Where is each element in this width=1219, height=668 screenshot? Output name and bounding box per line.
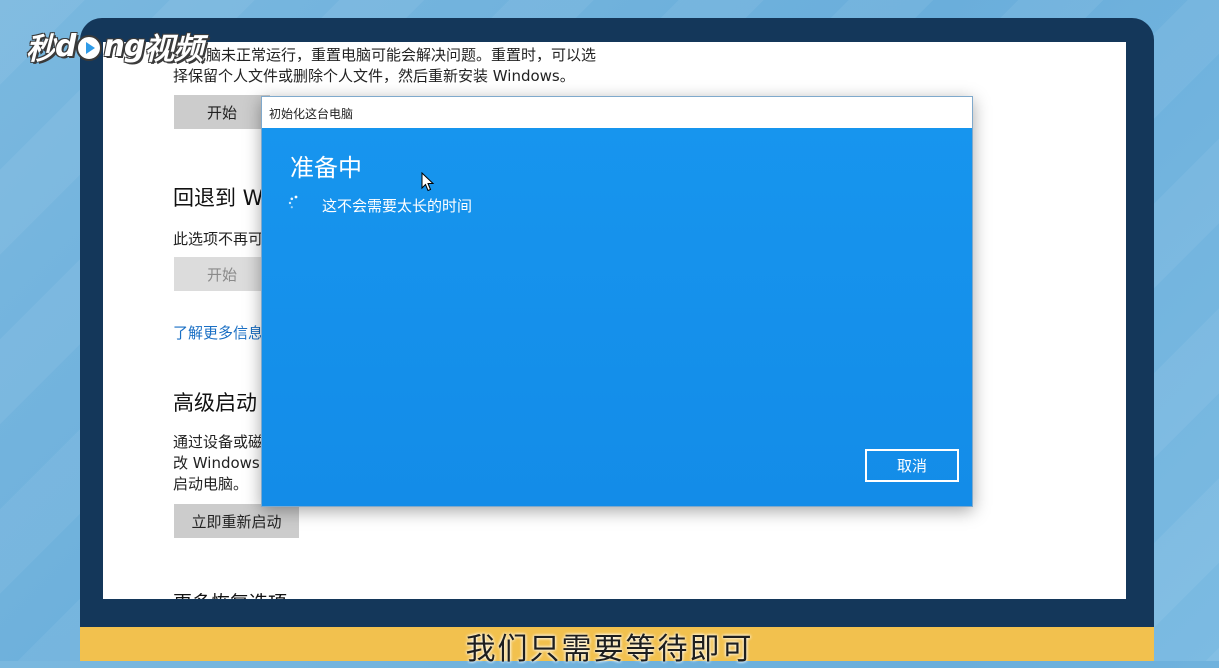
reset-description-line1: 电脑未正常运行，重置电脑可能会解决问题。重置时，可以选 <box>191 46 597 64</box>
learn-more-link[interactable]: 了解更多信息 <box>173 322 263 343</box>
advanced-description-line2: 改 Windows <box>173 454 260 472</box>
restart-now-button[interactable]: 立即重新启动 <box>174 504 299 538</box>
reset-start-button[interactable]: 开始 <box>174 95 270 129</box>
logo-text-2: ng <box>103 28 145 64</box>
play-icon <box>76 35 103 61</box>
more-recovery-heading: 更多恢复选项 <box>173 588 287 599</box>
reset-description-line2: 择保留个人文件或删除个人文件，然后重新安装 Windows。 <box>173 67 575 85</box>
logo-letter-d: d <box>55 28 77 64</box>
go-back-description: 此选项不再可 <box>173 230 264 248</box>
video-subtitle: 我们只需要等待即可 <box>465 632 754 667</box>
dialog-body: 准备中 这不会需要太长的时间 取消 <box>262 128 972 506</box>
dialog-title: 初始化这台电脑 <box>269 107 354 121</box>
watermark-logo: 秒 d ng 视频 <box>26 24 203 68</box>
preparing-heading: 准备中 <box>290 154 362 182</box>
mouse-cursor-icon <box>421 172 435 192</box>
spinner-icon <box>288 195 298 209</box>
logo-text-3: 视频 <box>144 32 203 67</box>
wait-message: 这不会需要太长的时间 <box>322 197 473 215</box>
dialog-titlebar[interactable]: 初始化这台电脑 <box>262 97 972 129</box>
advanced-startup-heading: 高级启动 <box>173 391 257 415</box>
go-back-start-button[interactable]: 开始 <box>174 257 270 291</box>
advanced-description-line1: 通过设备或磁 <box>173 433 264 451</box>
logo-text-1: 秒 <box>26 32 56 67</box>
cancel-button[interactable]: 取消 <box>865 449 959 482</box>
go-back-heading: 回退到 W <box>173 186 264 210</box>
advanced-description-line3: 启动电脑。 <box>173 475 249 493</box>
reset-pc-dialog: 初始化这台电脑 准备中 这不会需要太长的时间 取消 <box>261 96 973 507</box>
